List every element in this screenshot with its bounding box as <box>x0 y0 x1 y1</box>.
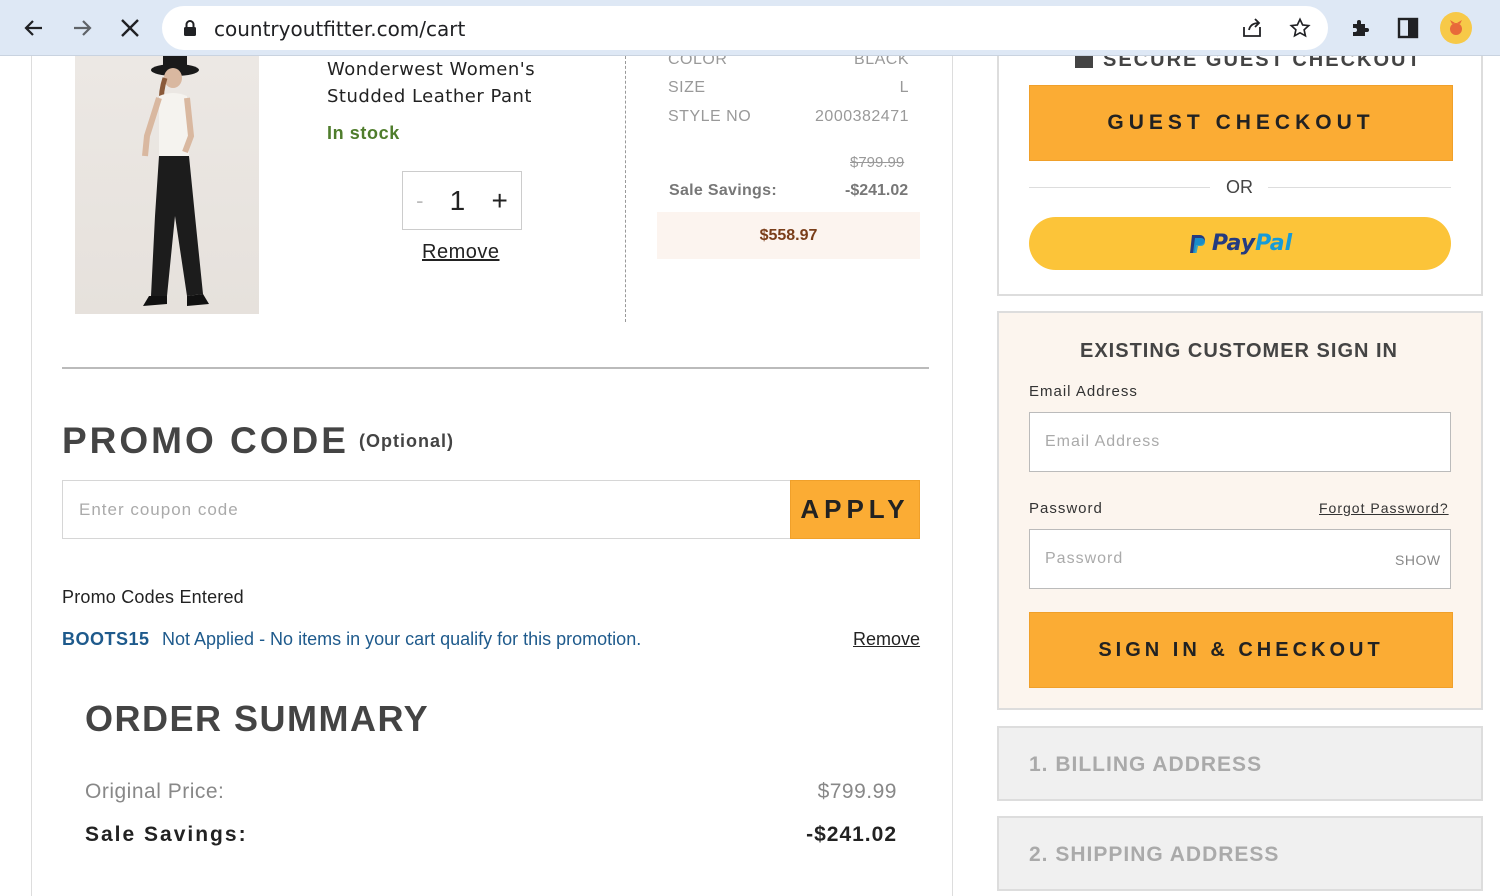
share-icon[interactable] <box>1240 16 1264 40</box>
side-panel-icon[interactable] <box>1392 12 1424 44</box>
address-bar[interactable]: countryoutfitter.com/cart <box>162 6 1328 50</box>
apply-coupon-button[interactable]: APPLY <box>790 480 920 539</box>
promo-codes-entered-heading: Promo Codes Entered <box>62 587 244 607</box>
url-text[interactable]: countryoutfitter.com/cart <box>214 17 465 41</box>
back-icon[interactable] <box>16 10 52 46</box>
extensions-puzzle-icon[interactable] <box>1344 12 1376 44</box>
signin-checkout-button[interactable]: SIGN IN & CHECKOUT <box>1029 612 1453 688</box>
browser-toolbar: countryoutfitter.com/cart <box>0 0 1500 56</box>
secure-lock-icon <box>1075 56 1093 68</box>
section-divider <box>62 367 929 369</box>
promo-code-message: Not Applied - No items in your cart qual… <box>162 629 642 649</box>
bookmark-star-icon[interactable] <box>1288 16 1312 40</box>
paypal-button[interactable]: PayPal <box>1029 217 1451 270</box>
content-left-border <box>31 56 32 896</box>
summary-original-label: Original Price: <box>85 780 225 803</box>
signin-heading: EXISTING CUSTOMER SIGN IN <box>1080 340 1398 362</box>
forward-icon[interactable] <box>64 10 100 46</box>
product-name-line1[interactable]: Wonderwest Women's <box>327 56 567 83</box>
remove-item-link[interactable]: Remove <box>422 241 499 264</box>
coupon-code-input[interactable] <box>62 480 791 539</box>
attr-style-value: 2000382471 <box>815 108 909 125</box>
promo-code-heading: PROMO CODE <box>62 420 349 461</box>
lock-icon[interactable] <box>178 16 202 40</box>
stop-loading-icon[interactable] <box>112 10 148 46</box>
attr-style-label: STYLE NO <box>668 108 752 125</box>
forgot-password-link[interactable]: Forgot Password? <box>1319 500 1449 516</box>
secure-guest-checkout-text: SECURE GUEST CHECKOUT <box>1103 56 1422 71</box>
sale-savings-value: -$241.02 <box>845 182 909 199</box>
secure-guest-checkout-heading: SECURE GUEST CHECKOUT <box>1075 56 1422 72</box>
sale-savings-label: Sale Savings: <box>669 182 777 199</box>
quantity-value[interactable]: 1 <box>450 185 466 217</box>
or-divider-text: OR <box>1226 177 1253 197</box>
paypal-pal-text: Pal <box>1255 231 1293 256</box>
original-price: $799.99 <box>850 154 905 171</box>
summary-original-value: $799.99 <box>817 780 897 803</box>
stock-status: In stock <box>327 123 400 143</box>
summary-savings-label: Sale Savings: <box>85 823 248 846</box>
show-password-toggle[interactable]: SHOW <box>1395 552 1441 568</box>
product-name-line2[interactable]: Studded Leather Pant <box>327 83 567 110</box>
password-field[interactable] <box>1029 529 1451 589</box>
promo-code-name: BOOTS15 <box>62 629 150 649</box>
paypal-logo-icon <box>1189 234 1205 253</box>
promo-optional-label: (Optional) <box>359 431 454 451</box>
attr-size-label: SIZE <box>668 79 706 96</box>
summary-savings-value: -$241.02 <box>806 823 897 846</box>
product-image[interactable] <box>75 56 259 314</box>
order-summary-heading: ORDER SUMMARY <box>85 698 430 739</box>
password-label: Password <box>1029 500 1103 517</box>
email-label: Email Address <box>1029 383 1138 400</box>
or-divider-left <box>1029 187 1210 188</box>
or-divider-right <box>1268 187 1451 188</box>
paypal-pay-text: Pay <box>1211 231 1256 256</box>
column-divider <box>952 56 953 896</box>
remove-promo-link[interactable]: Remove <box>853 629 920 650</box>
cart-page: Wonderwest Women's Studded Leather Pant … <box>0 56 1500 896</box>
shipping-address-label[interactable]: 2. SHIPPING ADDRESS <box>1029 843 1279 867</box>
attr-color-value: BLACK <box>854 56 909 68</box>
profile-avatar-icon[interactable] <box>1440 12 1472 44</box>
quantity-stepper: - 1 + <box>402 171 522 230</box>
attr-size-value: L <box>899 79 909 96</box>
quantity-increase-button[interactable]: + <box>491 185 507 217</box>
product-detail-divider <box>625 56 626 322</box>
item-total-price: $558.97 <box>657 212 920 259</box>
attr-color-label: COLOR <box>668 56 728 68</box>
billing-address-label[interactable]: 1. BILLING ADDRESS <box>1029 753 1262 777</box>
quantity-decrease-button[interactable]: - <box>416 188 423 214</box>
guest-checkout-button[interactable]: GUEST CHECKOUT <box>1029 85 1453 161</box>
product-name[interactable]: Wonderwest Women's Studded Leather Pant <box>327 56 567 110</box>
email-field[interactable] <box>1029 412 1451 472</box>
